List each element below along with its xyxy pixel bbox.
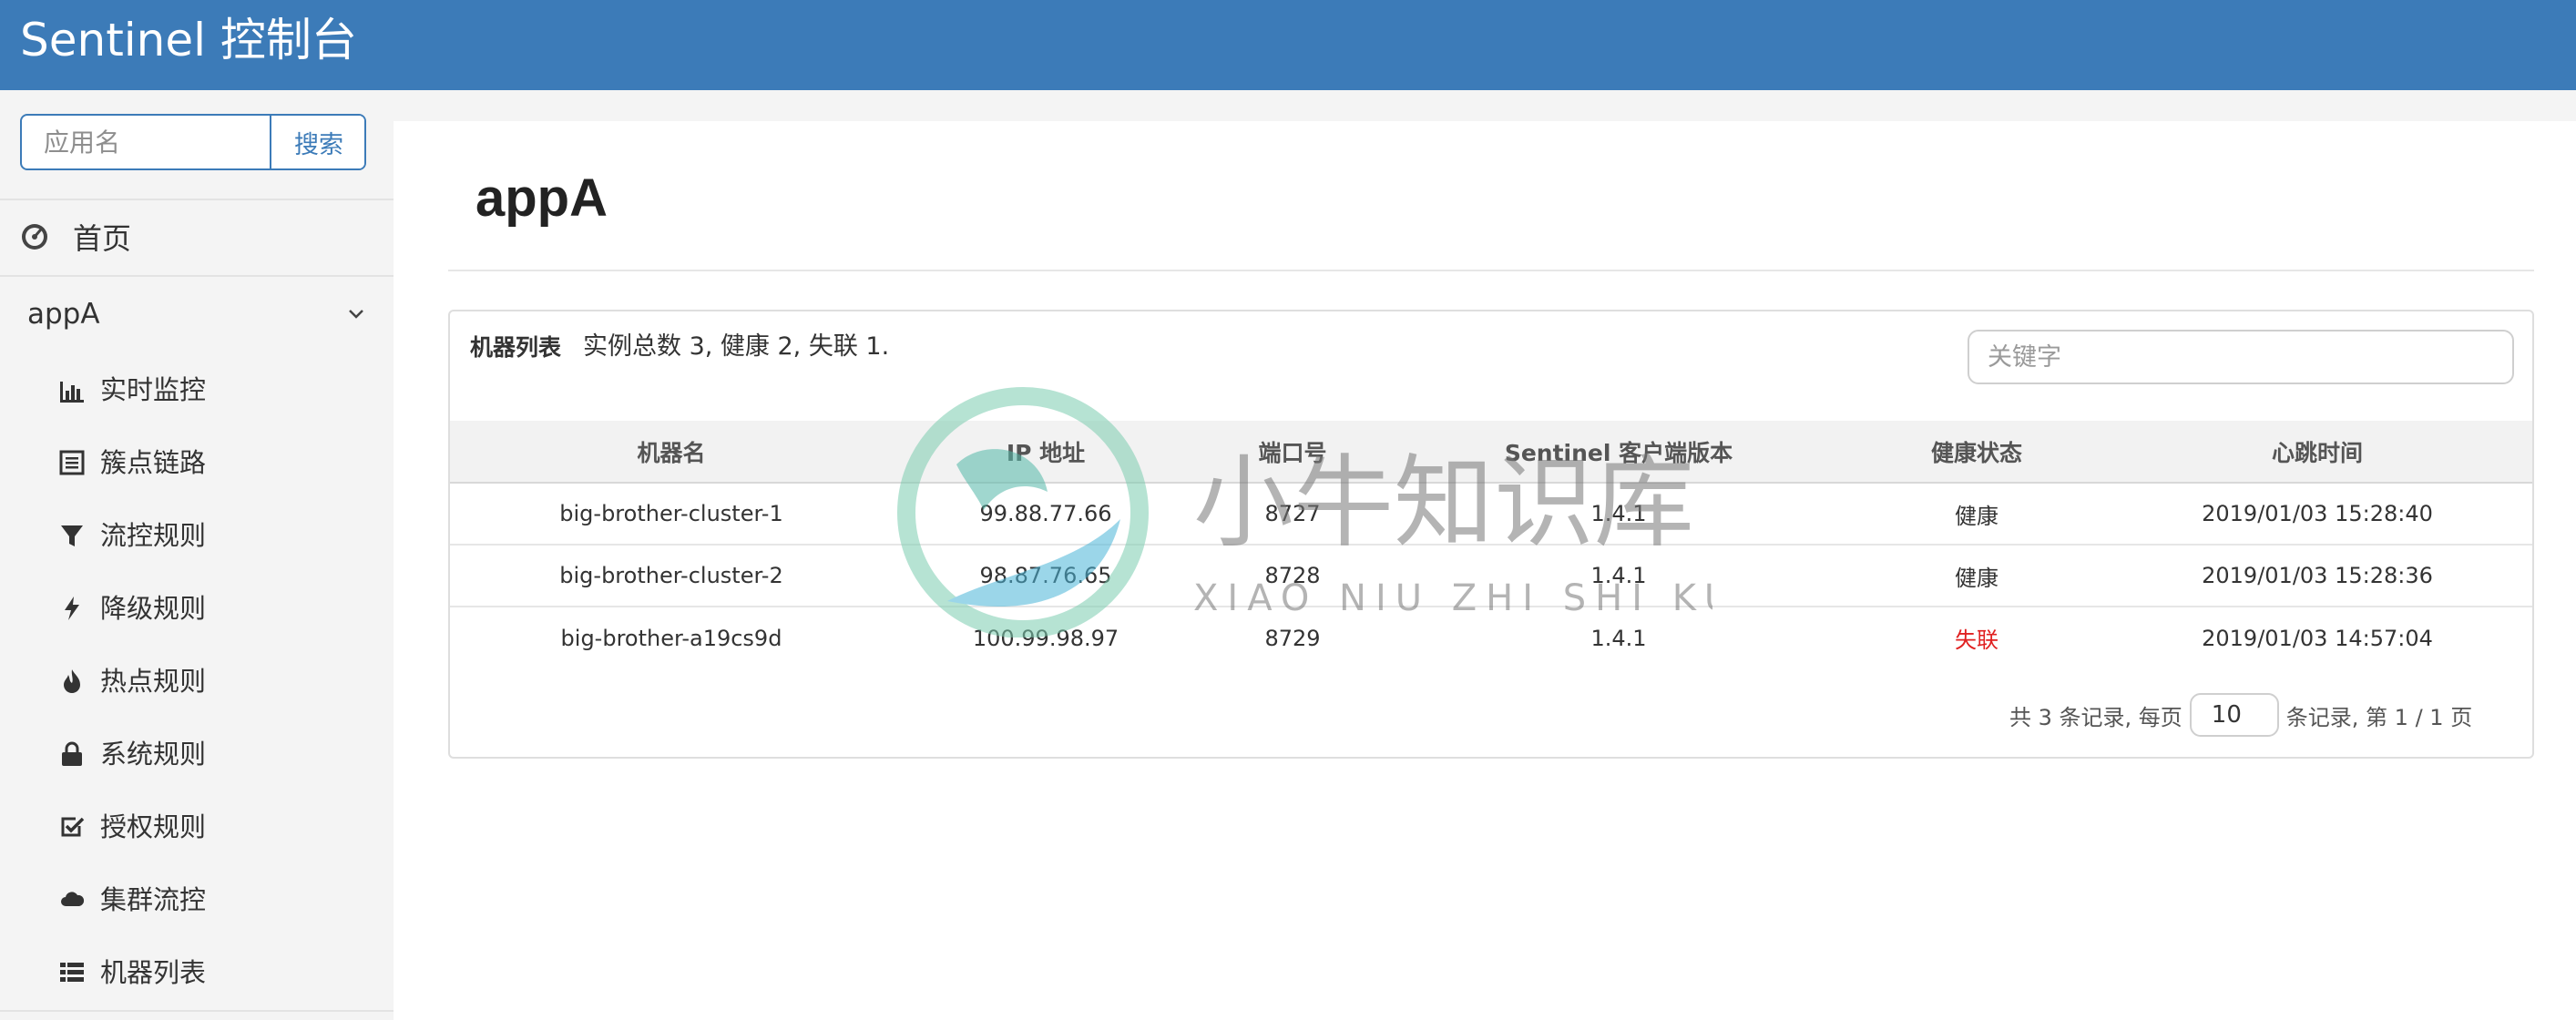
title-divider	[448, 270, 2534, 271]
sidebar-item-label: 授权规则	[100, 811, 207, 842]
app-search-box: 搜索	[20, 114, 366, 170]
version-cell: 1.4.1	[1386, 483, 1851, 546]
app-title[interactable]: Sentinel 控制台	[20, 13, 357, 67]
pagination: 共 3 条记录, 每页 条记录, 第 1 / 1 页	[2009, 692, 2472, 738]
health-status-cell-lost: 失联	[1955, 627, 1998, 653]
ip-cell: 99.88.77.66	[893, 483, 1199, 546]
sidebar-item-label: 实时监控	[100, 374, 207, 405]
sidebar-item-label: 集群流控	[100, 884, 207, 915]
instance-summary: 实例总数 3, 健康 2, 失联 1.	[583, 332, 890, 361]
flash-icon	[65, 597, 79, 620]
sidebar-divider	[0, 1010, 394, 1012]
sidebar-group-app[interactable]: appA	[0, 278, 394, 351]
sidebar-item-label: 流控规则	[100, 520, 207, 551]
machine-list-panel: 机器列表 实例总数 3, 健康 2, 失联 1. 机器名 IP 地址 端口号 S…	[448, 310, 2534, 759]
sidebar-item-label: 降级规则	[100, 593, 207, 624]
version-cell: 1.4.1	[1386, 545, 1851, 607]
top-header: Sentinel 控制台	[0, 0, 2576, 90]
sidebar-item-machine-list[interactable]: 机器列表	[0, 937, 394, 1010]
sidebar-group-label: appA	[27, 298, 100, 331]
list-icon	[60, 963, 84, 982]
page-size-input[interactable]	[2189, 693, 2279, 737]
filter-icon	[61, 525, 83, 546]
column-header[interactable]: IP 地址	[893, 421, 1199, 484]
panel-title: 机器列表	[470, 334, 562, 361]
sidebar: 搜索 首页 appA 实时监控 簇点链路	[0, 90, 394, 1020]
machine-table: 机器名 IP 地址 端口号 Sentinel 客户端版本 健康状态 心跳时间 b…	[450, 421, 2532, 668]
heartbeat-cell: 2019/01/03 14:57:04	[2202, 625, 2433, 651]
lock-icon	[62, 741, 82, 766]
page-title: appA	[475, 168, 608, 228]
column-header[interactable]: 健康状态	[1851, 421, 2102, 484]
sidebar-item-home[interactable]: 首页	[0, 200, 394, 275]
heartbeat-cell: 2019/01/03 15:28:36	[2102, 545, 2532, 607]
table-row: big-brother-cluster-2 98.87.76.65 8728 1…	[450, 545, 2532, 607]
column-header[interactable]: Sentinel 客户端版本	[1386, 421, 1851, 484]
machine-name-cell: big-brother-cluster-2	[450, 545, 893, 607]
sidebar-item-label: 热点规则	[100, 666, 207, 697]
keyword-search-input[interactable]	[1968, 330, 2514, 384]
column-header[interactable]: 端口号	[1199, 421, 1386, 484]
dashboard-icon	[22, 224, 47, 250]
column-header[interactable]: 心跳时间	[2102, 421, 2532, 484]
port-cell: 8727	[1199, 483, 1386, 546]
pager-prefix: 共 3 条记录, 每页	[2009, 704, 2182, 730]
health-status-cell: 健康	[1851, 545, 2102, 607]
ip-cell: 98.87.76.65	[893, 545, 1199, 607]
health-status-cell: 健康	[1851, 483, 2102, 546]
app-search-input[interactable]	[22, 116, 270, 168]
list-alt-icon	[59, 450, 85, 475]
cloud-icon	[61, 892, 85, 906]
chevron-down-icon	[349, 310, 363, 319]
heartbeat-cell: 2019/01/03 15:28:40	[2102, 483, 2532, 546]
table-row: big-brother-a19cs9d 100.99.98.97 8729 1.…	[450, 607, 2532, 668]
search-button[interactable]: 搜索	[270, 116, 364, 168]
bar-chart-icon	[60, 382, 84, 403]
port-cell: 8728	[1199, 545, 1386, 607]
sidebar-item-degrade-rules[interactable]: 降级规则	[0, 573, 394, 646]
version-cell: 1.4.1	[1590, 625, 1647, 651]
column-header[interactable]: 机器名	[450, 421, 893, 484]
fire-icon	[64, 669, 80, 693]
table-row: big-brother-cluster-1 99.88.77.66 8727 1…	[450, 483, 2532, 546]
machine-name-cell: big-brother-cluster-1	[450, 483, 893, 546]
machine-name-cell: big-brother-a19cs9d	[560, 625, 782, 651]
sidebar-item-system-rules[interactable]: 系统规则	[0, 719, 394, 791]
table-header-row: 机器名 IP 地址 端口号 Sentinel 客户端版本 健康状态 心跳时间	[450, 421, 2532, 484]
sidebar-item-label: 机器列表	[100, 957, 207, 988]
port-cell: 8729	[1264, 625, 1321, 651]
sidebar-item-cluster-flow[interactable]: 集群流控	[0, 864, 394, 937]
sidebar-item-label: 系统规则	[100, 739, 207, 770]
ip-cell: 100.99.98.97	[972, 625, 1119, 651]
pager-suffix: 条记录, 第 1 / 1 页	[2285, 704, 2473, 730]
sidebar-item-label: 簇点链路	[100, 447, 207, 478]
main-content: appA 机器列表 实例总数 3, 健康 2, 失联 1. 机器名 IP 地址 …	[394, 121, 2576, 1020]
sidebar-item-realtime-monitor[interactable]: 实时监控	[0, 354, 394, 427]
sidebar-item-cluster-link[interactable]: 簇点链路	[0, 427, 394, 500]
check-icon	[61, 817, 85, 837]
sidebar-item-auth-rules[interactable]: 授权规则	[0, 791, 394, 864]
sidebar-item-label: 首页	[73, 221, 132, 256]
sidebar-item-flow-rules[interactable]: 流控规则	[0, 500, 394, 573]
sidebar-divider	[0, 275, 394, 277]
sidebar-item-hotspot-rules[interactable]: 热点规则	[0, 646, 394, 719]
